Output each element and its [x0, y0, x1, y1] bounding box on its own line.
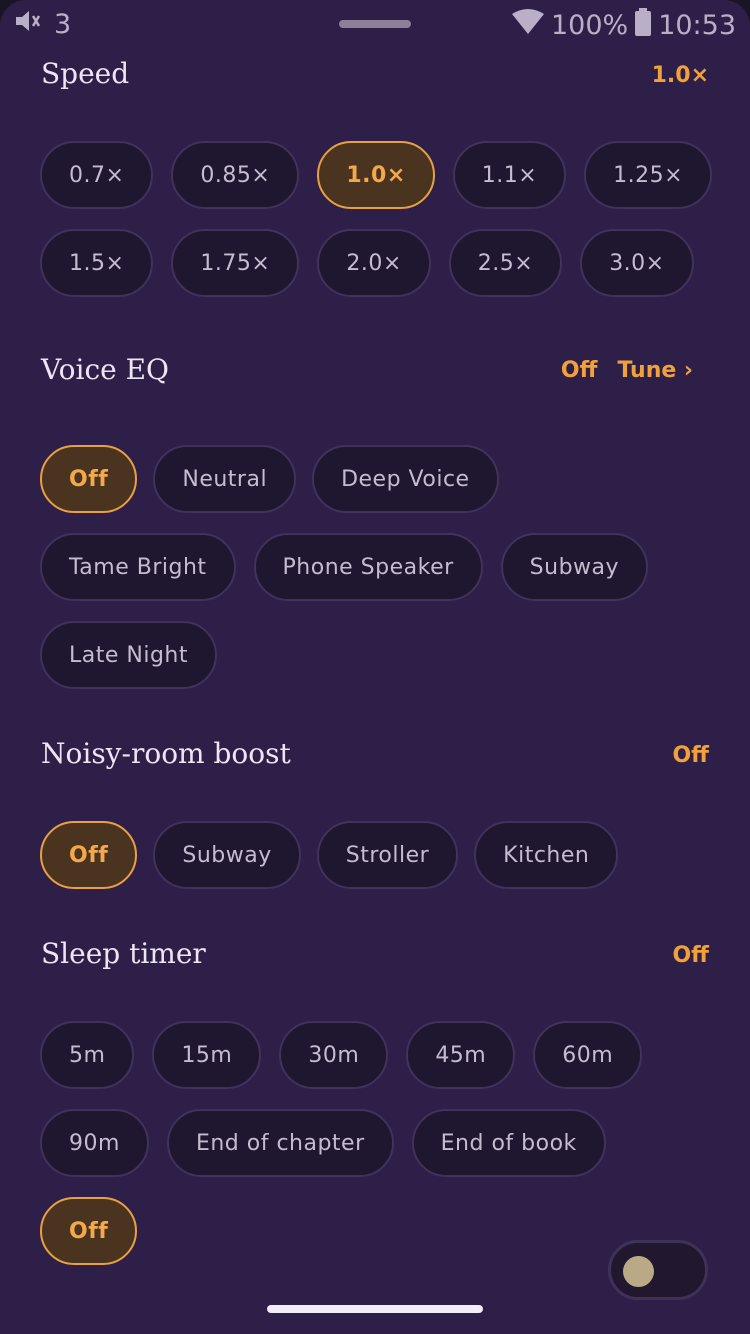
- voice-eq-chip[interactable]: Subway: [500, 533, 649, 601]
- noisy-boost-chip[interactable]: Subway: [153, 821, 301, 889]
- voice-eq-chip[interactable]: Neutral: [153, 445, 297, 513]
- voice-eq-header-values: Off Tune ›: [561, 358, 693, 383]
- svg-text:5: 5: [533, 24, 540, 35]
- speed-row-2: 1.5× 1.75× 2.0× 2.5× 3.0×: [40, 229, 694, 297]
- voice-eq-chip[interactable]: Tame Bright: [40, 533, 236, 601]
- mute-icon: [14, 8, 42, 41]
- speed-chip[interactable]: 1.0×: [317, 141, 435, 209]
- sleep-timer-chip[interactable]: Off: [40, 1197, 138, 1265]
- sleep-timer-row-2: 90m End of chapter End of book: [40, 1109, 606, 1177]
- noisy-boost-value: Off: [672, 743, 709, 768]
- toggle-knob: [623, 1256, 654, 1287]
- voice-eq-row-2: Tame Bright Phone Speaker Subway: [40, 533, 649, 601]
- sleep-timer-row-3: Off: [40, 1197, 138, 1265]
- sleep-timer-value: Off: [672, 943, 709, 968]
- noisy-boost-chip[interactable]: Stroller: [316, 821, 459, 889]
- noisy-boost-row: Off Subway Stroller Kitchen: [40, 821, 619, 889]
- sleep-timer-chip[interactable]: 15m: [152, 1021, 262, 1089]
- noisy-boost-chip[interactable]: Kitchen: [474, 821, 619, 889]
- speed-row-1: 0.7× 0.85× 1.0× 1.1× 1.25×: [40, 141, 713, 209]
- voice-eq-tune-link[interactable]: Tune ›: [617, 358, 693, 383]
- notification-count: 3: [54, 9, 72, 40]
- sleep-timer-title: Sleep timer: [41, 937, 206, 970]
- sleep-timer-chip[interactable]: 5m: [40, 1021, 135, 1089]
- sleep-timer-chip[interactable]: 30m: [279, 1021, 389, 1089]
- wifi-icon: 5: [511, 9, 545, 42]
- sleep-timer-chip[interactable]: 60m: [533, 1021, 643, 1089]
- voice-eq-value: Off: [560, 358, 598, 383]
- battery-percent: 100%: [550, 10, 629, 41]
- speed-chip[interactable]: 2.0×: [317, 229, 431, 297]
- sheet-drag-handle[interactable]: [339, 20, 411, 28]
- voice-eq-chip[interactable]: Late Night: [40, 621, 217, 689]
- speed-chip[interactable]: 1.75×: [171, 229, 300, 297]
- speed-chip[interactable]: 2.5×: [448, 229, 563, 297]
- noisy-boost-chip[interactable]: Off: [40, 821, 138, 889]
- battery-icon: [634, 8, 652, 43]
- voice-eq-chip[interactable]: Off: [40, 445, 138, 513]
- sleep-timer-chip[interactable]: End of book: [411, 1109, 606, 1177]
- sleep-timer-chip[interactable]: End of chapter: [166, 1109, 394, 1177]
- voice-eq-chip[interactable]: Phone Speaker: [253, 533, 483, 601]
- speed-value: 1.0×: [651, 63, 709, 88]
- voice-eq-chip[interactable]: Deep Voice: [312, 445, 499, 513]
- home-indicator[interactable]: [267, 1305, 483, 1313]
- speed-chip[interactable]: 0.7×: [40, 141, 154, 209]
- voice-eq-row-3: Late Night: [40, 621, 217, 689]
- toggle-switch[interactable]: [608, 1240, 708, 1300]
- speed-chip[interactable]: 1.25×: [584, 141, 713, 209]
- playback-settings-sheet: 3 5 100% 10:53 Speed 1.0× 0.7× 0.85× 1.0× 1…: [0, 0, 750, 1334]
- noisy-boost-title: Noisy-room boost: [41, 737, 291, 770]
- sleep-timer-chip[interactable]: 90m: [40, 1109, 149, 1177]
- speed-chip[interactable]: 1.5×: [40, 229, 154, 297]
- speed-chip[interactable]: 3.0×: [580, 229, 694, 297]
- voice-eq-title: Voice EQ: [41, 353, 170, 386]
- clock: 10:53: [658, 10, 736, 41]
- sleep-timer-row-1: 5m 15m 30m 45m 60m: [40, 1021, 643, 1089]
- voice-eq-row-1: Off Neutral Deep Voice: [40, 445, 499, 513]
- status-right: 5 100% 10:53: [511, 8, 736, 43]
- status-left: 3: [14, 8, 71, 41]
- speed-chip[interactable]: 1.1×: [452, 141, 567, 209]
- speed-chip[interactable]: 0.85×: [171, 141, 300, 209]
- sleep-timer-chip[interactable]: 45m: [406, 1021, 516, 1089]
- speed-title: Speed: [41, 57, 130, 90]
